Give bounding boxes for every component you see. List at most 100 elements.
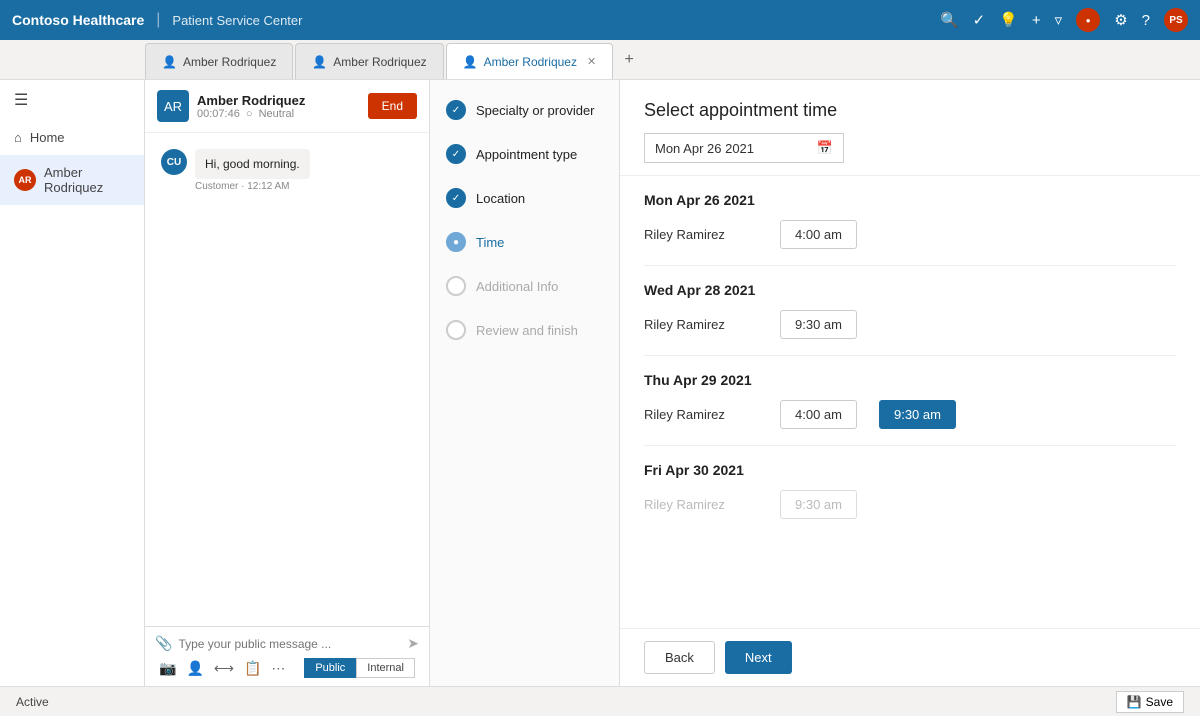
brand-logo: Contoso Healthcare	[12, 12, 144, 28]
provider-row-thu-1: Riley Ramirez 4:00 am 9:30 am	[644, 400, 1176, 429]
tab-label-1: Amber Rodriquez	[183, 55, 276, 69]
step-circle-additional	[446, 276, 466, 296]
tab-amber-2[interactable]: 👤 Amber Rodriquez	[295, 43, 443, 79]
step-time[interactable]: ● Time	[446, 232, 603, 252]
user-avatar[interactable]: PS	[1164, 8, 1188, 32]
appointment-panel: Select appointment time Mon Apr 26 2021 …	[620, 80, 1200, 686]
chat-tool-5[interactable]: ⋯	[271, 660, 285, 677]
step-label-review: Review and finish	[476, 323, 578, 338]
time-slot-wed-1-1[interactable]: 9:30 am	[780, 310, 857, 339]
topbar: Contoso Healthcare | Patient Service Cen…	[0, 0, 1200, 40]
chat-contact-name: Amber Rodriquez	[197, 93, 360, 108]
save-button[interactable]: 💾 Save	[1116, 691, 1184, 713]
chat-header: AR Amber Rodriquez 00:07:46 ○ Neutral En…	[145, 80, 429, 133]
tab-amber-3[interactable]: 👤 Amber Rodriquez ✕	[446, 43, 614, 79]
appointment-footer: Back Next	[620, 628, 1200, 686]
chat-tool-4[interactable]: 📋	[244, 660, 261, 677]
sidebar-item-contact[interactable]: AR Amber Rodriquez	[0, 155, 144, 205]
sidebar: ☰ ⌂ Home AR Amber Rodriquez	[0, 80, 145, 686]
save-icon: 💾	[1127, 695, 1142, 709]
day-section-wed: Wed Apr 28 2021 Riley Ramirez 9:30 am	[644, 266, 1176, 356]
chat-status-row: 00:07:46 ○ Neutral	[197, 108, 360, 120]
date-picker[interactable]: Mon Apr 26 2021 📅	[644, 133, 844, 163]
day-section-mon: Mon Apr 26 2021 Riley Ramirez 4:00 am	[644, 176, 1176, 266]
provider-row-mon-1: Riley Ramirez 4:00 am	[644, 220, 1176, 249]
chat-input[interactable]	[178, 637, 401, 651]
chat-input-area: 📎 ➤ 📷 👤 ⟷ 📋 ⋯ Public Internal	[145, 626, 429, 686]
time-slot-fri-1-1[interactable]: 9:30 am	[780, 490, 857, 519]
step-specialty[interactable]: ✓ Specialty or provider	[446, 100, 603, 120]
date-value: Mon Apr 26 2021	[655, 141, 754, 156]
internal-mode-button[interactable]: Internal	[356, 658, 415, 678]
step-circle-review	[446, 320, 466, 340]
sidebar-home-label: Home	[30, 130, 65, 145]
topbar-subtitle: Patient Service Center	[172, 13, 302, 28]
provider-name-wed-1: Riley Ramirez	[644, 317, 764, 332]
topbar-icons: 🔍 ✓ 💡 + ▿ ● ⚙ ? PS	[940, 8, 1188, 32]
provider-row-fri-1: Riley Ramirez 9:30 am	[644, 490, 1176, 519]
step-review[interactable]: Review and finish	[446, 320, 603, 340]
provider-row-wed-1: Riley Ramirez 9:30 am	[644, 310, 1176, 339]
day-label-fri: Fri Apr 30 2021	[644, 462, 1176, 478]
attachment-icon[interactable]: 📎	[155, 635, 172, 652]
time-slot-thu-1-1[interactable]: 4:00 am	[780, 400, 857, 429]
message-meta: Customer · 12:12 AM	[195, 181, 310, 192]
message-bubble: Hi, good morning.	[195, 149, 310, 179]
tab-close-icon[interactable]: ✕	[587, 55, 596, 68]
chat-header-avatar: AR	[157, 90, 189, 122]
appointment-title: Select appointment time	[644, 100, 1176, 121]
person-icon: 👤	[162, 55, 177, 69]
status-label: Active	[16, 695, 49, 709]
day-section-thu: Thu Apr 29 2021 Riley Ramirez 4:00 am 9:…	[644, 356, 1176, 446]
filter-icon[interactable]: ▿	[1055, 11, 1063, 29]
chat-sentiment: Neutral	[259, 108, 294, 120]
step-label-specialty: Specialty or provider	[476, 103, 595, 118]
sidebar-item-home[interactable]: ⌂ Home	[0, 120, 144, 155]
chat-header-info: Amber Rodriquez 00:07:46 ○ Neutral	[197, 93, 360, 120]
topbar-divider: |	[156, 11, 160, 29]
appointment-slots: Mon Apr 26 2021 Riley Ramirez 4:00 am We…	[620, 176, 1200, 628]
chat-tool-1[interactable]: 📷	[159, 660, 176, 677]
provider-name-mon-1: Riley Ramirez	[644, 227, 764, 242]
steps-panel: ✓ Specialty or provider ✓ Appointment ty…	[430, 80, 620, 686]
chat-input-row: 📎 ➤	[155, 635, 419, 652]
tab-add-button[interactable]: +	[615, 46, 643, 74]
tabs-row: 👤 Amber Rodriquez 👤 Amber Rodriquez 👤 Am…	[0, 40, 1200, 80]
person-icon-2: 👤	[312, 55, 327, 69]
next-button[interactable]: Next	[725, 641, 792, 674]
time-slot-mon-1-1[interactable]: 4:00 am	[780, 220, 857, 249]
chat-toolbar: 📷 👤 ⟷ 📋 ⋯ Public Internal	[155, 652, 419, 678]
time-slot-thu-1-2[interactable]: 9:30 am	[879, 400, 956, 429]
calendar-icon: 📅	[817, 140, 833, 156]
help-icon[interactable]: ?	[1142, 12, 1150, 29]
hamburger-icon[interactable]: ☰	[0, 80, 144, 120]
step-location[interactable]: ✓ Location	[446, 188, 603, 208]
step-circle-time: ●	[446, 232, 466, 252]
sidebar-contact-name: Amber Rodriquez	[44, 165, 130, 195]
gear-icon[interactable]: ⚙	[1114, 11, 1127, 29]
step-additional-info[interactable]: Additional Info	[446, 276, 603, 296]
chat-tool-3[interactable]: ⟷	[214, 660, 234, 677]
lightbulb-icon[interactable]: 💡	[999, 11, 1018, 29]
main-layout: ☰ ⌂ Home AR Amber Rodriquez AR Amber Rod…	[0, 80, 1200, 686]
end-button[interactable]: End	[368, 93, 417, 119]
notification-dot: ●	[1076, 8, 1100, 32]
save-label: Save	[1146, 695, 1173, 709]
public-mode-button[interactable]: Public	[304, 658, 356, 678]
checkmark-icon[interactable]: ✓	[973, 11, 986, 29]
step-circle-specialty: ✓	[446, 100, 466, 120]
back-button[interactable]: Back	[644, 641, 715, 674]
person-icon-3: 👤	[463, 55, 478, 69]
tab-label-3: Amber Rodriquez	[484, 55, 577, 69]
plus-icon[interactable]: +	[1032, 12, 1041, 29]
day-label-mon: Mon Apr 26 2021	[644, 192, 1176, 208]
step-circle-location: ✓	[446, 188, 466, 208]
home-icon: ⌂	[14, 130, 22, 145]
tab-amber-1[interactable]: 👤 Amber Rodriquez	[145, 43, 293, 79]
search-icon[interactable]: 🔍	[940, 11, 959, 29]
send-icon[interactable]: ➤	[407, 635, 419, 652]
day-label-wed: Wed Apr 28 2021	[644, 282, 1176, 298]
chat-tool-2[interactable]: 👤	[186, 660, 203, 677]
statusbar: Active 💾 Save	[0, 686, 1200, 716]
step-appointment-type[interactable]: ✓ Appointment type	[446, 144, 603, 164]
